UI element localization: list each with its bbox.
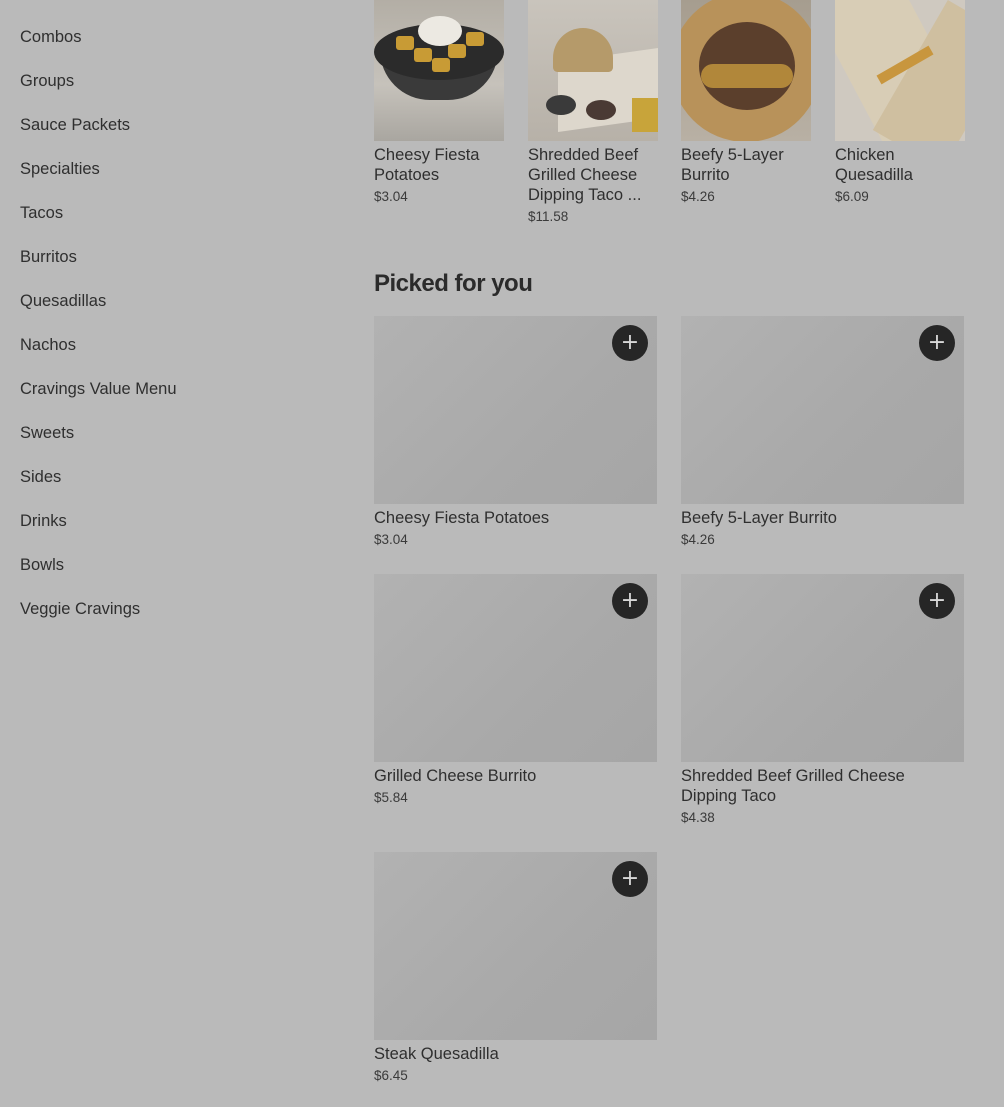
picked-item-shredded-beef-dipping-taco[interactable]: + Shredded Beef Grilled Cheese Dipping T… [681, 574, 964, 825]
sidebar-item-drinks[interactable]: Drinks [20, 510, 67, 532]
item-price: $5.84 [374, 790, 408, 805]
item-price: $3.04 [374, 532, 408, 547]
featured-carousel: Cheesy Fiesta Potatoes $3.04 Shredded Be… [374, 0, 974, 240]
add-to-cart-button[interactable]: + [612, 861, 648, 897]
picked-item-steak-quesadilla[interactable]: + Steak Quesadilla $6.45 [374, 852, 657, 1083]
item-image-placeholder: + [374, 852, 657, 1040]
item-image [528, 0, 658, 141]
item-price: $6.45 [374, 1068, 408, 1083]
sidebar-item-quesadillas[interactable]: Quesadillas [20, 290, 106, 312]
item-image [681, 0, 811, 141]
item-name: Beefy 5-Layer Burrito [681, 146, 784, 184]
featured-item-cheesy-fiesta-potatoes[interactable]: Cheesy Fiesta Potatoes $3.04 [374, 0, 504, 204]
sidebar-item-specialties[interactable]: Specialties [20, 158, 100, 180]
sidebar-item-sauce-packets[interactable]: Sauce Packets [20, 114, 130, 136]
sidebar-item-combos[interactable]: Combos [20, 26, 81, 48]
item-price: $11.58 [528, 209, 569, 224]
item-price: $4.38 [681, 810, 715, 825]
sidebar-item-tacos[interactable]: Tacos [20, 202, 63, 224]
item-name: Cheesy Fiesta Potatoes [374, 509, 550, 527]
item-image-placeholder: + [681, 574, 964, 762]
featured-item-dipping-taco-box[interactable]: Shredded Beef Grilled Cheese Dipping Tac… [528, 0, 658, 224]
sidebar-item-nachos[interactable]: Nachos [20, 334, 76, 356]
item-price: $4.26 [681, 532, 715, 547]
add-to-cart-button[interactable]: + [919, 325, 955, 361]
sidebar-item-sides[interactable]: Sides [20, 466, 61, 488]
item-image-placeholder: + [681, 316, 964, 504]
item-name: Beefy 5-Layer Burrito [681, 509, 837, 527]
picked-item-beefy-5-layer-burrito[interactable]: + Beefy 5-Layer Burrito $4.26 [681, 316, 964, 547]
item-name: Steak Quesadilla [374, 1045, 499, 1063]
featured-item-chicken-quesadilla[interactable]: Chicken Quesadilla $6.09 [835, 0, 965, 204]
item-name: Chicken Quesadilla [835, 146, 913, 184]
sidebar-item-cravings-value-menu[interactable]: Cravings Value Menu [20, 378, 177, 400]
item-image [374, 0, 504, 141]
sidebar-item-bowls[interactable]: Bowls [20, 554, 64, 576]
add-to-cart-button[interactable]: + [612, 325, 648, 361]
item-image [835, 0, 965, 141]
item-price: $6.09 [835, 189, 869, 204]
item-image-placeholder: + [374, 316, 657, 504]
sidebar-item-veggie-cravings[interactable]: Veggie Cravings [20, 598, 140, 620]
item-image-placeholder: + [374, 574, 657, 762]
item-name: Shredded Beef Grilled Cheese Dipping Tac… [681, 767, 905, 805]
featured-item-beefy-5-layer-burrito[interactable]: Beefy 5-Layer Burrito $4.26 [681, 0, 811, 204]
sidebar-item-burritos[interactable]: Burritos [20, 246, 77, 268]
item-price: $4.26 [681, 189, 715, 204]
item-price: $3.04 [374, 189, 408, 204]
item-name: Shredded Beef Grilled Cheese Dipping Tac… [528, 146, 642, 204]
picked-item-cheesy-fiesta-potatoes[interactable]: + Cheesy Fiesta Potatoes $3.04 [374, 316, 657, 547]
section-title-picked-for-you: Picked for you [374, 270, 533, 297]
sidebar-item-sweets[interactable]: Sweets [20, 422, 74, 444]
item-name: Grilled Cheese Burrito [374, 767, 537, 785]
add-to-cart-button[interactable]: + [919, 583, 955, 619]
item-name: Cheesy Fiesta Potatoes [374, 146, 480, 184]
add-to-cart-button[interactable]: + [612, 583, 648, 619]
picked-item-grilled-cheese-burrito[interactable]: + Grilled Cheese Burrito $5.84 [374, 574, 657, 805]
sidebar-item-groups[interactable]: Groups [20, 70, 74, 92]
